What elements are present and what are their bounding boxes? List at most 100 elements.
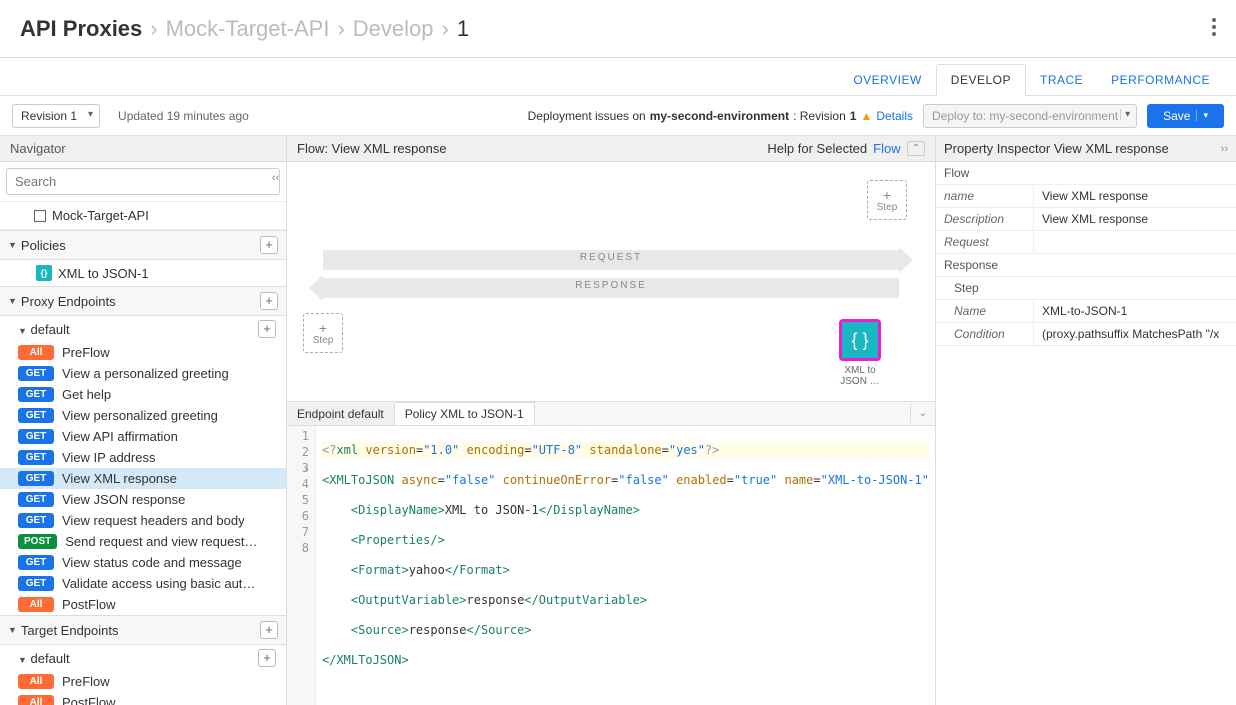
details-link[interactable]: Details (876, 109, 913, 123)
flow-label: View JSON response (62, 492, 185, 507)
flow-item[interactable]: AllPostFlow (0, 594, 286, 615)
deploy-env: my-second-environment (650, 109, 789, 123)
flow-label: View IP address (62, 450, 155, 465)
step-label: Step (313, 335, 334, 346)
proxy-root-item[interactable]: Mock-Target-API (0, 202, 286, 230)
code-tabs: Endpoint default Policy XML to JSON-1 ⌄ (287, 402, 935, 426)
method-badge: GET (18, 387, 54, 402)
caret-down-icon: ▼ (8, 625, 17, 635)
navigator-header: Navigator (0, 136, 286, 162)
flow-item[interactable]: All PostFlow (0, 692, 286, 705)
flow-item[interactable]: GETView request headers and body (0, 510, 286, 531)
flow-label: PostFlow (62, 695, 115, 705)
method-badge: GET (18, 429, 54, 444)
collapse-sidebar-icon[interactable]: ‹‹ (272, 172, 279, 184)
flow-item[interactable]: GET View a personalized greeting (0, 363, 286, 384)
proxy-root-label: Mock-Target-API (52, 208, 149, 223)
flow-item[interactable]: GETView XML response (0, 468, 286, 489)
deploy-to-select[interactable]: Deploy to: my-second-environment (923, 104, 1137, 128)
navigator-sidebar: Navigator Mock-Target-API ▼Policies + {}… (0, 136, 287, 705)
center-panel: Flow: View XML response Help for Selecte… (287, 136, 936, 705)
expand-inspector-icon[interactable]: ›› (1221, 143, 1228, 155)
tab-trace[interactable]: TRACE (1026, 65, 1097, 95)
flow-item[interactable]: POSTSend request and view request… (0, 531, 286, 552)
code-tab-policy[interactable]: Policy XML to JSON-1 (395, 402, 535, 425)
code-tab-endpoint[interactable]: Endpoint default (287, 403, 395, 425)
flow-item[interactable]: AllPreFlow (0, 671, 286, 692)
add-target-endpoint-button[interactable]: + (260, 621, 278, 639)
flow-item[interactable]: GET View status code and message (0, 552, 286, 573)
step-section-label: Step (936, 277, 1236, 300)
deploy-rev: 1 (850, 109, 857, 123)
proxy-endpoints-section[interactable]: ▼Proxy Endpoints + (0, 286, 286, 316)
code-content[interactable]: <?xml version="1.0" encoding="UTF-8" sta… (316, 426, 935, 705)
flow-label: Validate access using basic aut… (62, 576, 255, 591)
flow-item[interactable]: GETView JSON response (0, 489, 286, 510)
breadcrumb-revision: 1 (457, 16, 469, 42)
save-button[interactable]: Save (1147, 104, 1224, 128)
add-step-button[interactable]: +Step (867, 180, 907, 220)
default-endpoint[interactable]: ▼ default + (0, 316, 286, 342)
policy-node[interactable]: { } XML to JSON … (835, 319, 885, 387)
target-default-endpoint[interactable]: ▼ default + (0, 645, 286, 671)
code-editor[interactable]: 12 ▾345678 <?xml version="1.0" encoding=… (287, 426, 935, 705)
prop-key: name (936, 185, 1034, 207)
step-label: Step (877, 202, 898, 213)
add-proxy-endpoint-button[interactable]: + (260, 292, 278, 310)
flow-label: View a personalized greeting (62, 366, 229, 381)
method-badge: All (18, 695, 54, 705)
method-badge: All (18, 674, 54, 689)
collapse-code-icon[interactable]: ⌄ (910, 404, 935, 423)
kebab-menu-icon[interactable] (1212, 18, 1216, 36)
method-badge: All (18, 597, 54, 612)
response-section-label: Response (936, 254, 1236, 277)
flow-header-name: View XML response (332, 141, 447, 156)
add-step-button[interactable]: +Step (303, 313, 343, 353)
flow-item[interactable]: GET View IP address (0, 447, 286, 468)
flow-label: View status code and message (62, 555, 242, 570)
inspector-header-name: View XML response (1054, 141, 1169, 156)
breadcrumb-proxy[interactable]: Mock-Target-API (166, 16, 330, 42)
policy-item[interactable]: {} XML to JSON-1 (0, 260, 286, 286)
policy-node-label: XML to JSON … (835, 365, 885, 387)
flow-item[interactable]: GETGet help (0, 384, 286, 405)
breadcrumb-bar: API Proxies › Mock-Target-API › Develop … (0, 0, 1236, 58)
target-endpoints-label: Target Endpoints (21, 623, 119, 638)
caret-down-icon: ▼ (18, 326, 27, 336)
tab-overview[interactable]: OVERVIEW (839, 65, 935, 95)
policies-section[interactable]: ▼Policies + (0, 230, 286, 260)
search-input[interactable] (6, 168, 280, 195)
method-badge: GET (18, 366, 54, 381)
caret-down-icon: ▼ (8, 296, 17, 306)
breadcrumb-section[interactable]: Develop (353, 16, 434, 42)
prop-value[interactable]: View XML response (1034, 208, 1236, 230)
line-gutter: 12 ▾345678 (287, 426, 316, 705)
policy-label: XML to JSON-1 (58, 266, 149, 281)
flow-header: Flow: View XML response Help for Selecte… (287, 136, 935, 162)
prop-value[interactable] (1034, 231, 1236, 253)
flow-item[interactable]: GETView personalized greeting (0, 405, 286, 426)
add-policy-button[interactable]: + (260, 236, 278, 254)
target-endpoints-section[interactable]: ▼ Target Endpoints + (0, 615, 286, 645)
flow-item[interactable]: AllPreFlow (0, 342, 286, 363)
prop-value[interactable]: View XML response (1034, 185, 1236, 207)
flow-section-label: Flow (936, 162, 1236, 185)
caret-down-icon: ▼ (18, 655, 27, 665)
add-flow-button[interactable]: + (258, 320, 276, 338)
collapse-canvas-icon[interactable]: ⌃ (907, 141, 925, 156)
flow-item[interactable]: GETValidate access using basic aut… (0, 573, 286, 594)
revision-select[interactable]: Revision 1 (12, 104, 100, 128)
method-badge: GET (18, 555, 54, 570)
response-lane: RESPONSE (323, 278, 899, 298)
prop-value[interactable]: XML-to-JSON-1 (1034, 300, 1236, 322)
breadcrumb-root[interactable]: API Proxies (20, 16, 142, 42)
tab-performance[interactable]: PERFORMANCE (1097, 65, 1224, 95)
add-target-flow-button[interactable]: + (258, 649, 276, 667)
flow-help-link[interactable]: Flow (873, 141, 900, 156)
flow-item[interactable]: GET View API affirmation (0, 426, 286, 447)
tab-develop[interactable]: DEVELOP (936, 64, 1026, 96)
deployment-issue-text: Deployment issues on my-second-environme… (528, 109, 913, 123)
method-badge: GET (18, 450, 54, 465)
flow-label: View API affirmation (62, 429, 178, 444)
prop-value[interactable]: (proxy.pathsuffix MatchesPath "/x (1034, 323, 1236, 345)
